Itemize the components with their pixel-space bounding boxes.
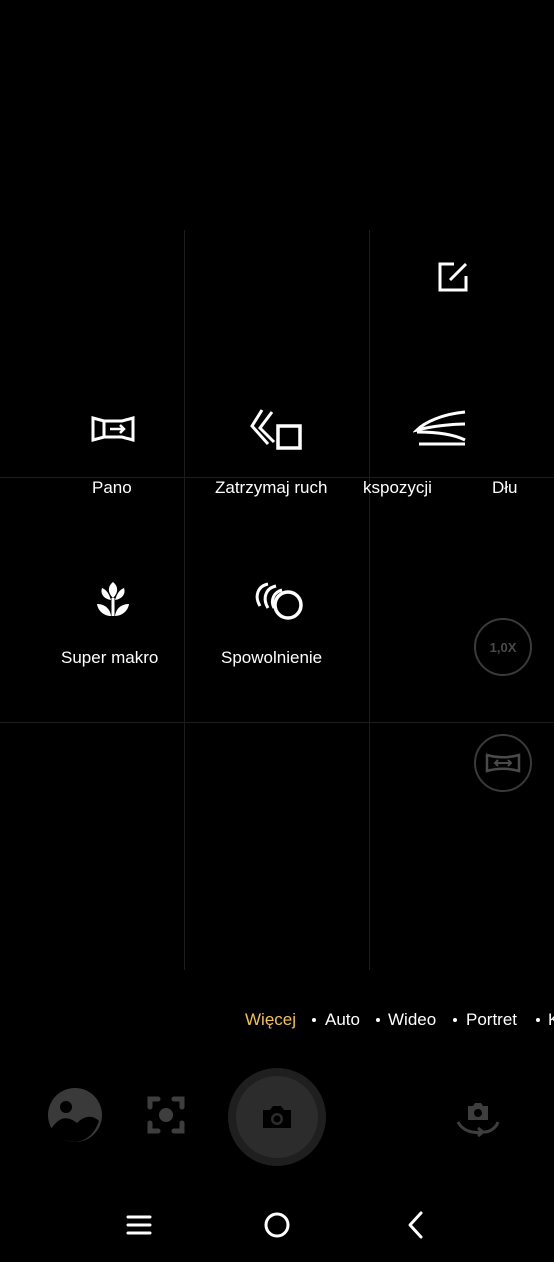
- gallery-button[interactable]: [47, 1087, 103, 1143]
- tab-portret[interactable]: Portret: [466, 1010, 517, 1030]
- long-exposure-icon: [413, 410, 466, 446]
- menu-icon: [126, 1215, 152, 1235]
- mode-label: Zatrzymaj ruch: [215, 478, 328, 497]
- mode-long-exposure-partial[interactable]: Dłu: [490, 400, 554, 510]
- separator-dot: [536, 1018, 540, 1022]
- mode-tabs: Więcej Auto Wideo Portret K: [0, 1008, 554, 1032]
- nav-back-button[interactable]: [404, 1209, 428, 1241]
- mode-label: Dłu: [492, 478, 518, 497]
- wide-angle-button[interactable]: [474, 734, 532, 792]
- mode-pano[interactable]: Pano: [37, 400, 187, 510]
- back-icon: [408, 1211, 423, 1239]
- lens-icon: [147, 1096, 185, 1134]
- separator-dot: [376, 1018, 380, 1022]
- edit-button[interactable]: [436, 260, 470, 294]
- flower-macro-icon: [97, 582, 129, 616]
- tab-wideo[interactable]: Wideo: [388, 1010, 436, 1030]
- home-icon: [264, 1212, 290, 1238]
- nav-home-button[interactable]: [262, 1210, 292, 1240]
- lens-button[interactable]: [146, 1095, 186, 1135]
- separator-dot: [312, 1018, 316, 1022]
- gallery-icon: [48, 1088, 102, 1142]
- freeze-motion-icon: [250, 409, 302, 450]
- shutter-button[interactable]: [228, 1068, 326, 1166]
- tab-auto[interactable]: Auto: [325, 1010, 360, 1030]
- pano-icon: [91, 416, 135, 442]
- mode-label: kspozycji: [363, 478, 432, 497]
- mode-label: Pano: [92, 478, 132, 497]
- slow-motion-icon: [255, 582, 303, 620]
- zoom-label: 1,0X: [489, 639, 517, 655]
- mode-label: Spowolnienie: [221, 648, 323, 667]
- mode-super-macro[interactable]: Super makro: [37, 570, 187, 680]
- mode-long-exposure[interactable]: kspozycji: [363, 400, 485, 510]
- separator-dot: [453, 1018, 457, 1022]
- tab-partial[interactable]: K: [548, 1010, 554, 1030]
- mode-freeze-motion[interactable]: Zatrzymaj ruch: [200, 400, 360, 510]
- tab-wiecej[interactable]: Więcej: [245, 1010, 296, 1030]
- grid-line: [369, 230, 370, 970]
- zoom-button[interactable]: 1,0X: [474, 618, 532, 676]
- switch-camera-button[interactable]: [454, 1098, 502, 1138]
- camera-icon: [263, 1106, 291, 1128]
- switch-camera-icon: [456, 1103, 500, 1138]
- grid-line: [0, 722, 554, 723]
- mode-label: Super makro: [61, 648, 159, 667]
- nav-menu-button[interactable]: [125, 1212, 153, 1238]
- edit-icon: [438, 262, 468, 292]
- wide-angle-icon: [485, 753, 521, 773]
- mode-slow-motion[interactable]: Spowolnienie: [200, 570, 360, 680]
